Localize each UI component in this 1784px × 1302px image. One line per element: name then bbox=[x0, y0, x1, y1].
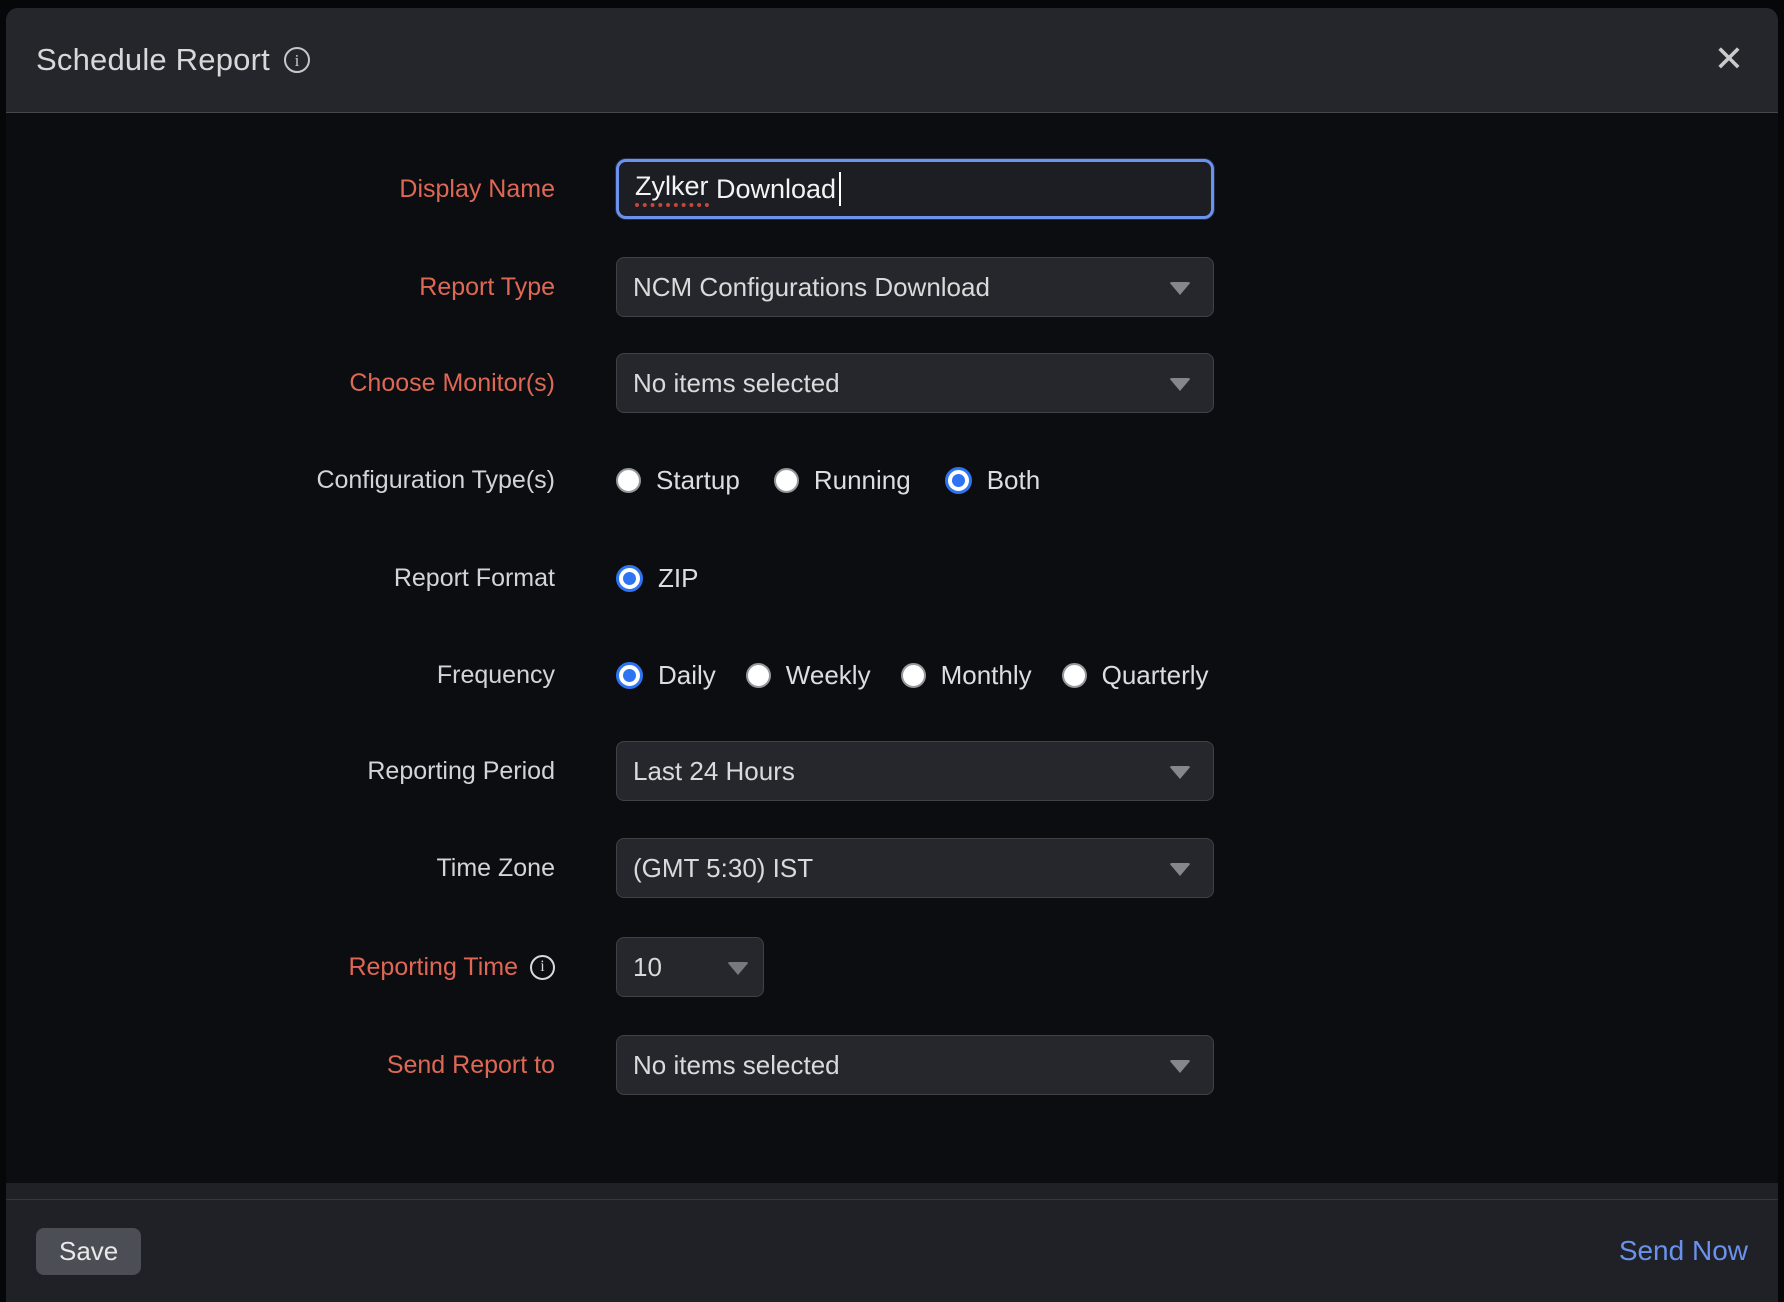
report-format-label: Report Format bbox=[6, 564, 555, 593]
radio-quarterly-label[interactable]: Quarterly bbox=[1102, 660, 1209, 691]
send-now-link[interactable]: Send Now bbox=[1619, 1235, 1748, 1267]
frequency-radio-group: Daily Weekly Monthly Quarterly bbox=[616, 660, 1209, 691]
send-report-to-row: Send Report to No items selected bbox=[6, 1035, 1778, 1095]
radio-daily-label[interactable]: Daily bbox=[658, 660, 716, 691]
radio-unselected-icon[interactable] bbox=[746, 663, 771, 688]
input-word-rest: Download bbox=[709, 174, 837, 205]
chevron-down-icon bbox=[1169, 863, 1191, 876]
reporting-time-row: Reporting Time i 10 bbox=[6, 937, 1778, 997]
dialog-body: Display Name Zylker Download Report Type… bbox=[6, 113, 1778, 1183]
report-type-row: Report Type NCM Configurations Download bbox=[6, 257, 1778, 317]
report-type-dropdown[interactable]: NCM Configurations Download bbox=[616, 257, 1214, 317]
chevron-down-icon bbox=[1169, 378, 1191, 391]
frequency-label: Frequency bbox=[6, 661, 555, 690]
reporting-period-row: Reporting Period Last 24 Hours bbox=[6, 741, 1778, 801]
display-name-input[interactable]: Zylker Download bbox=[616, 159, 1214, 219]
schedule-report-dialog: Schedule Report i ✕ Display Name Zylker … bbox=[6, 8, 1778, 1302]
radio-both[interactable]: Both bbox=[945, 465, 1041, 496]
text-cursor bbox=[839, 172, 841, 206]
radio-monthly-label[interactable]: Monthly bbox=[941, 660, 1032, 691]
choose-monitors-dropdown[interactable]: No items selected bbox=[616, 353, 1214, 413]
radio-zip-label[interactable]: ZIP bbox=[658, 563, 698, 594]
configuration-types-label: Configuration Type(s) bbox=[6, 466, 555, 495]
send-report-to-dropdown[interactable]: No items selected bbox=[616, 1035, 1214, 1095]
dialog-header: Schedule Report i ✕ bbox=[6, 8, 1778, 113]
radio-unselected-icon[interactable] bbox=[901, 663, 926, 688]
radio-quarterly[interactable]: Quarterly bbox=[1062, 660, 1209, 691]
radio-zip[interactable]: ZIP bbox=[616, 563, 698, 594]
report-format-radio-group: ZIP bbox=[616, 563, 698, 594]
report-type-label: Report Type bbox=[6, 273, 555, 302]
reporting-time-label: Reporting Time i bbox=[6, 953, 555, 982]
reporting-period-label: Reporting Period bbox=[6, 757, 555, 786]
radio-unselected-icon[interactable] bbox=[774, 468, 799, 493]
send-report-to-label: Send Report to bbox=[6, 1051, 555, 1080]
radio-monthly[interactable]: Monthly bbox=[901, 660, 1032, 691]
frequency-row: Frequency Daily Weekly Monthly bbox=[6, 645, 1778, 705]
radio-startup[interactable]: Startup bbox=[616, 465, 740, 496]
info-icon[interactable]: i bbox=[284, 47, 310, 73]
time-zone-value: (GMT 5:30) IST bbox=[633, 853, 813, 884]
time-zone-row: Time Zone (GMT 5:30) IST bbox=[6, 838, 1778, 898]
reporting-period-dropdown[interactable]: Last 24 Hours bbox=[616, 741, 1214, 801]
radio-daily[interactable]: Daily bbox=[616, 660, 716, 691]
choose-monitors-value: No items selected bbox=[633, 368, 840, 399]
display-name-label: Display Name bbox=[6, 175, 555, 204]
radio-selected-icon[interactable] bbox=[616, 662, 643, 689]
radio-selected-icon[interactable] bbox=[945, 467, 972, 494]
time-zone-label: Time Zone bbox=[6, 854, 555, 883]
radio-running[interactable]: Running bbox=[774, 465, 911, 496]
chevron-down-icon bbox=[727, 962, 749, 975]
reporting-time-dropdown[interactable]: 10 bbox=[616, 937, 764, 997]
input-word-misspelled: Zylker bbox=[635, 171, 709, 207]
choose-monitors-row: Choose Monitor(s) No items selected bbox=[6, 353, 1778, 413]
chevron-down-icon bbox=[1169, 282, 1191, 295]
configuration-types-radio-group: Startup Running Both bbox=[616, 465, 1040, 496]
radio-both-label[interactable]: Both bbox=[987, 465, 1041, 496]
display-name-row: Display Name Zylker Download bbox=[6, 159, 1778, 219]
reporting-time-label-text: Reporting Time bbox=[348, 953, 518, 982]
footer-strip bbox=[6, 1183, 1778, 1199]
radio-unselected-icon[interactable] bbox=[1062, 663, 1087, 688]
reporting-period-value: Last 24 Hours bbox=[633, 756, 795, 787]
send-report-to-value: No items selected bbox=[633, 1050, 840, 1081]
report-type-value: NCM Configurations Download bbox=[633, 272, 990, 303]
report-format-row: Report Format ZIP bbox=[6, 548, 1778, 608]
info-icon[interactable]: i bbox=[530, 955, 555, 980]
radio-weekly-label[interactable]: Weekly bbox=[786, 660, 871, 691]
radio-weekly[interactable]: Weekly bbox=[746, 660, 871, 691]
close-icon[interactable]: ✕ bbox=[1710, 38, 1748, 82]
time-zone-dropdown[interactable]: (GMT 5:30) IST bbox=[616, 838, 1214, 898]
configuration-types-row: Configuration Type(s) Startup Running Bo… bbox=[6, 450, 1778, 510]
chevron-down-icon bbox=[1169, 766, 1191, 779]
dialog-footer: Save Send Now bbox=[6, 1183, 1778, 1302]
reporting-time-value: 10 bbox=[633, 952, 662, 983]
save-button[interactable]: Save bbox=[36, 1228, 141, 1275]
footer-main: Save Send Now bbox=[6, 1199, 1778, 1302]
radio-running-label[interactable]: Running bbox=[814, 465, 911, 496]
choose-monitors-label: Choose Monitor(s) bbox=[6, 369, 555, 398]
chevron-down-icon bbox=[1169, 1060, 1191, 1073]
dialog-title: Schedule Report bbox=[36, 42, 270, 78]
radio-selected-icon[interactable] bbox=[616, 565, 643, 592]
radio-startup-label[interactable]: Startup bbox=[656, 465, 740, 496]
radio-unselected-icon[interactable] bbox=[616, 468, 641, 493]
